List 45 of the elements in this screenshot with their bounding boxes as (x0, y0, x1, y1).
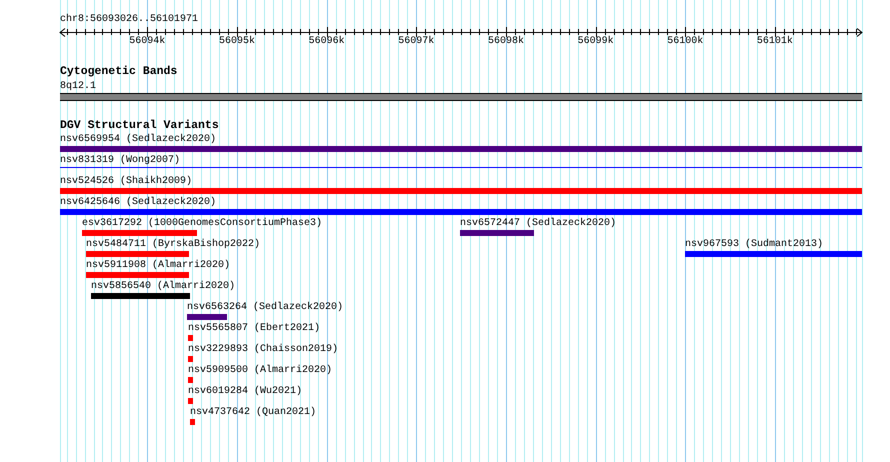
ruler-tick-label: 56099k (578, 36, 614, 47)
ruler-tick-label: 56098k (488, 36, 524, 47)
feature-label[interactable]: nsv831319 (Wong2007) (60, 155, 180, 167)
feature-label[interactable]: esv3617292 (1000GenomesConsortiumPhase3) (82, 218, 322, 230)
variant-bar[interactable] (188, 335, 193, 341)
feature-label[interactable]: nsv5856540 (Almarri2020) (91, 281, 236, 293)
variant-bar[interactable] (60, 188, 862, 194)
variant-bar[interactable] (187, 314, 227, 320)
ruler-tick-label: 56096k (308, 36, 345, 47)
ruler-tick-label: 56097k (398, 36, 434, 47)
variant-bar[interactable] (91, 293, 190, 299)
variant-bar[interactable] (190, 419, 195, 425)
feature-label[interactable]: nsv6569954 (Sedlazeck2020) (60, 134, 216, 146)
variant-bar[interactable] (188, 377, 193, 383)
variant-bar[interactable] (685, 251, 862, 257)
variant-bar[interactable] (188, 356, 193, 362)
track-title: DGV Structural Variants (60, 120, 219, 132)
ruler-tick-label: 56094k (129, 36, 166, 47)
variant-bar[interactable] (86, 251, 189, 257)
variant-bar[interactable] (60, 209, 862, 215)
location-label: chr8:56093026..56101971 (60, 14, 198, 26)
variant-bar[interactable] (60, 146, 862, 152)
variant-line[interactable] (60, 167, 862, 168)
ruler-tick-label: 56100k (667, 36, 704, 47)
feature-label[interactable]: nsv5565807 (Ebert2021) (188, 323, 320, 335)
cytoband-bar[interactable] (60, 93, 862, 101)
feature-label[interactable]: nsv6572447 (Sedlazeck2020) (460, 218, 616, 230)
variant-bar[interactable] (188, 398, 193, 404)
feature-label[interactable]: nsv6019284 (Wu2021) (188, 386, 302, 398)
feature-label[interactable]: nsv5911908 (Almarri2020) (86, 260, 230, 272)
feature-label[interactable]: nsv6425646 (Sedlazeck2020) (60, 197, 216, 209)
variant-bar[interactable] (82, 230, 197, 236)
feature-label[interactable]: nsv524526 (Shaikh2009) (60, 176, 192, 188)
feature-label[interactable]: nsv3229893 (Chaisson2019) (188, 344, 338, 356)
feature-label[interactable]: nsv5909500 (Almarri2020) (188, 365, 332, 377)
feature-label[interactable]: nsv967593 (Sudmant2013) (685, 239, 824, 251)
feature-label[interactable]: nsv6563264 (Sedlazeck2020) (187, 302, 344, 314)
feature-label[interactable]: nsv4737642 (Quan2021) (190, 407, 316, 419)
ruler-tick-label: 56095k (218, 36, 255, 47)
variant-bar[interactable] (460, 230, 534, 236)
variant-bar[interactable] (86, 272, 189, 278)
feature-label[interactable]: 8q12.1 (60, 81, 96, 93)
ruler-tick-label: 56101k (756, 36, 793, 47)
feature-label[interactable]: nsv5484711 (ByrskaBishop2022) (86, 239, 260, 251)
track-title: Cytogenetic Bands (60, 66, 178, 78)
